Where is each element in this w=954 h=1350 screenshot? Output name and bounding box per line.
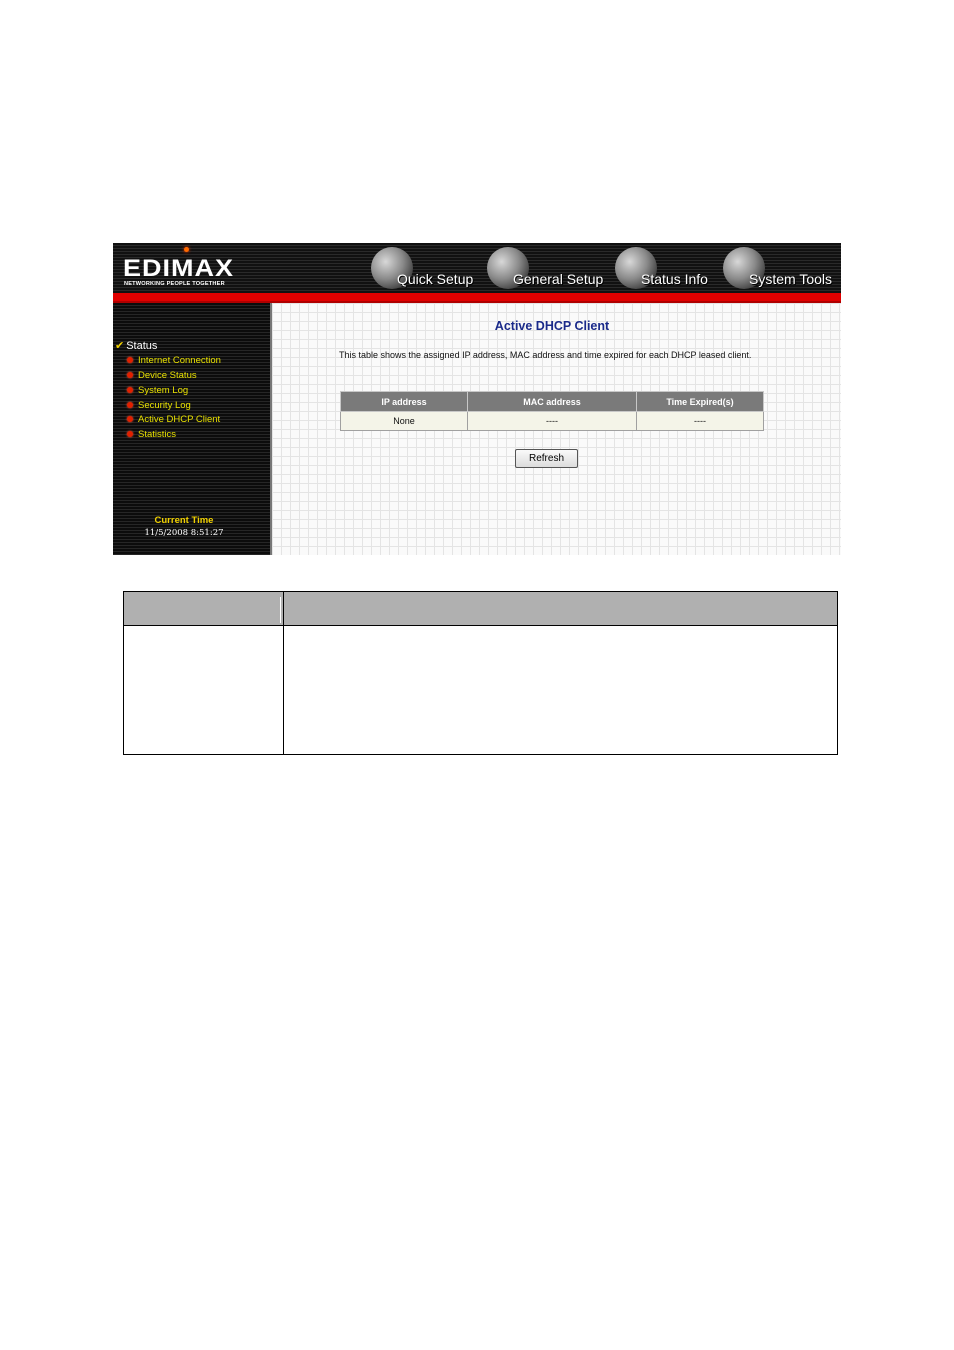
bullet-icon: [127, 372, 133, 379]
bullet-icon: [127, 402, 133, 409]
logo-wordmark: EDIMAX: [123, 254, 235, 282]
sidebar-item-active-dhcp-client[interactable]: Active DHCP Client: [127, 414, 220, 425]
dhcp-client-table: IP address MAC address Time Expired(s) N…: [340, 391, 764, 431]
logo-tagline: NETWORKING PEOPLE TOGETHER: [124, 281, 225, 287]
nav-quick-setup-label: Quick Setup: [397, 271, 474, 287]
bullet-icon: [127, 357, 133, 364]
column-header-ip: IP address: [340, 391, 468, 412]
header-cell-divider: [280, 597, 281, 623]
sidebar-item-label: Device Status: [138, 370, 197, 381]
description-table-header: [124, 592, 837, 626]
current-time-label: Current Time: [154, 515, 214, 526]
sidebar-item-system-log[interactable]: System Log: [127, 385, 188, 396]
sidebar-item-label: Security Log: [138, 400, 191, 411]
nav-system-tools-label: System Tools: [749, 271, 832, 287]
page-title: Active DHCP Client: [494, 319, 610, 333]
sidebar-item-security-log[interactable]: Security Log: [127, 400, 191, 411]
cell-ip: None: [340, 411, 468, 431]
sidebar-item-device-status[interactable]: Device Status: [127, 370, 197, 381]
sidebar-item-label: Internet Connection: [138, 355, 221, 366]
refresh-button[interactable]: Refresh: [515, 449, 578, 468]
checkmark-icon: ✔: [115, 340, 125, 352]
sidebar-item-label: Statistics: [138, 429, 177, 440]
sidebar-item-statistics[interactable]: Statistics: [127, 429, 176, 440]
sidebar-item-internet-connection[interactable]: Internet Connection: [127, 355, 221, 366]
edimax-logo[interactable]: EDIMAX NETWORKING PEOPLE TOGETHER: [123, 247, 258, 287]
main-content: Active DHCP Client This table shows the …: [272, 303, 841, 555]
table-header-row: IP address MAC address Time Expired(s): [340, 391, 764, 412]
top-banner: EDIMAX NETWORKING PEOPLE TOGETHER Quick …: [113, 243, 841, 293]
table-row: None ---- ----: [340, 411, 764, 431]
current-time-value: 11/5/2008 8:51:27: [144, 528, 224, 538]
bullet-icon: [127, 387, 133, 394]
sidebar-item-label: System Log: [138, 385, 189, 396]
sidebar-section-label: Status: [126, 340, 158, 352]
nav-general-setup-label: General Setup: [513, 271, 604, 287]
description-table: [123, 591, 838, 755]
column-header-time-expired: Time Expired(s): [636, 391, 764, 412]
bullet-icon: [127, 416, 133, 423]
page-description: This table shows the assigned IP address…: [339, 350, 752, 360]
logo-dot-icon: [184, 247, 189, 252]
nav-status-info-label: Status Info: [641, 271, 708, 287]
sidebar-section-status[interactable]: ✔ Status: [115, 339, 157, 352]
column-divider: [283, 592, 284, 754]
cell-time-expired: ----: [636, 411, 764, 431]
bullet-icon: [127, 431, 133, 438]
router-admin-screenshot: EDIMAX NETWORKING PEOPLE TOGETHER Quick …: [113, 243, 841, 555]
sidebar: ✔ Status Internet Connection Device Statu…: [113, 303, 270, 555]
column-header-mac: MAC address: [467, 391, 637, 412]
sidebar-item-label: Active DHCP Client: [138, 414, 221, 425]
header-red-rule: [113, 293, 841, 303]
cell-mac: ----: [467, 411, 637, 431]
